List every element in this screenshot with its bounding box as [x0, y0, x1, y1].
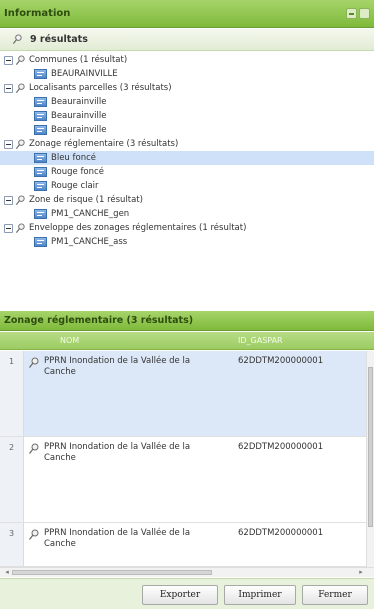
vertical-scroll-thumb[interactable] [368, 367, 373, 527]
information-panel-header: Information [0, 0, 374, 28]
feature-icon [34, 181, 47, 191]
tree-group-zonage[interactable]: Zonage réglementaire (3 résultats) [0, 137, 374, 151]
cell-nom: PPRN Inondation de la Vallée de la Canch… [44, 356, 191, 377]
tree-group-enveloppe[interactable]: Enveloppe des zonages réglementaires (1 … [0, 221, 374, 235]
pin-icon [15, 54, 25, 65]
cell-id-gaspar: 62DDTM200000001 [238, 356, 324, 366]
tree-item-label: PM1_CANCHE_gen [51, 209, 130, 219]
vertical-scrollbar[interactable] [366, 351, 374, 567]
feature-icon [34, 125, 47, 135]
collapse-icon[interactable] [4, 55, 13, 65]
tree-group-communes[interactable]: Communes (1 résultat) [0, 53, 374, 67]
tree-item[interactable]: Rouge clair [0, 179, 374, 193]
tree-item[interactable]: Beaurainville [0, 109, 374, 123]
results-count: 9 résultats [30, 34, 88, 45]
feature-icon [34, 153, 47, 163]
pin-icon [15, 138, 25, 149]
tree-item[interactable]: PM1_CANCHE_gen [0, 207, 374, 221]
grid-title: Zonage réglementaire (3 résultats) [4, 315, 194, 326]
tree-item-selected[interactable]: Bleu foncé [0, 151, 374, 165]
grid-panel-header: Zonage réglementaire (3 résultats) [0, 311, 374, 331]
tree-group-label: Localisants parcelles (3 résultats) [29, 83, 172, 93]
table-row[interactable]: 2 PPRN Inondation de la Vallée de la Can… [0, 437, 366, 523]
minimize-icon[interactable] [346, 8, 357, 19]
print-button[interactable]: Imprimer [224, 585, 296, 605]
pin-icon[interactable] [28, 529, 40, 541]
grid-body: 1 PPRN Inondation de la Vallée de la Can… [0, 351, 374, 567]
panel-tools [346, 8, 370, 19]
pin-icon [12, 34, 22, 44]
pin-icon [15, 222, 25, 233]
cell-nom: PPRN Inondation de la Vallée de la Canch… [44, 528, 191, 549]
close-icon[interactable] [359, 8, 370, 19]
feature-icon [34, 237, 47, 247]
tree-item-label: Beaurainville [51, 111, 107, 121]
column-header-nom[interactable]: NOM [60, 336, 79, 345]
table-row[interactable]: 3 PPRN Inondation de la Vallée de la Can… [0, 523, 366, 567]
collapse-icon[interactable] [4, 195, 13, 205]
row-number: 3 [0, 523, 24, 566]
row-number: 1 [0, 351, 24, 436]
tree-group-label: Communes (1 résultat) [29, 55, 128, 65]
tree-item-label: Rouge foncé [51, 167, 104, 177]
cell-id-gaspar: 62DDTM200000001 [238, 528, 324, 538]
tree-item-label: PM1_CANCHE_ass [51, 237, 128, 247]
collapse-icon[interactable] [4, 139, 13, 149]
row-number: 2 [0, 437, 24, 522]
cell-nom: PPRN Inondation de la Vallée de la Canch… [44, 442, 191, 463]
pin-icon [15, 194, 25, 205]
tree-group-label: Zone de risque (1 résultat) [29, 195, 143, 205]
tree-item-label: Bleu foncé [51, 153, 96, 163]
feature-icon [34, 97, 47, 107]
scroll-left-icon[interactable]: ◂ [2, 568, 12, 577]
pin-icon[interactable] [28, 443, 40, 455]
collapse-icon[interactable] [4, 83, 13, 93]
tree-item[interactable]: Rouge foncé [0, 165, 374, 179]
tree-item-label: Beaurainville [51, 97, 107, 107]
tree-group-zone-risque[interactable]: Zone de risque (1 résultat) [0, 193, 374, 207]
tree-group-localisants[interactable]: Localisants parcelles (3 résultats) [0, 81, 374, 95]
tree-item[interactable]: BEAURAINVILLE [0, 67, 374, 81]
pin-icon[interactable] [28, 357, 40, 369]
feature-icon [34, 167, 47, 177]
feature-icon [34, 69, 47, 79]
tree-group-label: Zonage réglementaire (3 résultats) [29, 139, 179, 149]
scroll-right-icon[interactable]: ▸ [356, 568, 366, 577]
tree-item-label: BEAURAINVILLE [51, 69, 118, 79]
tree-item-label: Beaurainville [51, 125, 107, 135]
tree-item[interactable]: Beaurainville [0, 95, 374, 109]
feature-icon [34, 209, 47, 219]
export-button[interactable]: Exporter [142, 585, 218, 605]
column-header-id-gaspar[interactable]: ID_GASPAR [238, 336, 283, 345]
panel-title: Information [4, 8, 71, 19]
close-button[interactable]: Fermer [302, 585, 368, 605]
cell-id-gaspar: 62DDTM200000001 [238, 442, 324, 452]
grid-column-headers: NOM ID_GASPAR [0, 332, 374, 350]
results-summary: 9 résultats [0, 29, 374, 51]
pin-icon [15, 82, 25, 93]
horizontal-scrollbar[interactable]: ◂ ▸ [0, 567, 374, 577]
tree-item[interactable]: Beaurainville [0, 123, 374, 137]
tree-item[interactable]: PM1_CANCHE_ass [0, 235, 374, 249]
tree-item-label: Rouge clair [51, 181, 99, 191]
results-tree: Communes (1 résultat) BEAURAINVILLE Loca… [0, 53, 374, 305]
horizontal-scroll-thumb[interactable] [12, 570, 212, 575]
table-row[interactable]: 1 PPRN Inondation de la Vallée de la Can… [0, 351, 366, 437]
footer-toolbar: Exporter Imprimer Fermer [0, 578, 374, 609]
tree-group-label: Enveloppe des zonages réglementaires (1 … [29, 223, 247, 233]
feature-icon [34, 111, 47, 121]
collapse-icon[interactable] [4, 223, 13, 233]
